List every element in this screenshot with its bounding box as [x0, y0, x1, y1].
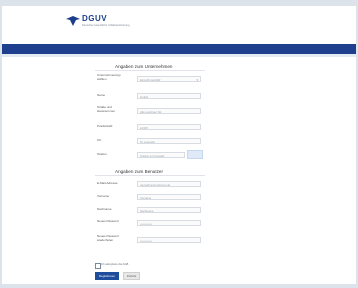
cancel-button[interactable]: Zurück — [123, 272, 140, 280]
first-name-input[interactable]: Vorname — [137, 194, 201, 200]
last-name-input[interactable]: Nachname — [137, 207, 201, 213]
postal-code-input[interactable]: 12345 — [137, 124, 201, 130]
street-input[interactable]: Alte Leipziger Str. — [137, 108, 201, 114]
navigation-bar — [2, 44, 356, 54]
label-last-name: Nachname — [97, 207, 112, 211]
eagle-logo-icon — [66, 16, 80, 26]
city-input[interactable]: St. Augustin — [137, 138, 201, 144]
register-button[interactable]: Registrieren — [95, 272, 119, 280]
registration-page: DGUV Deutsche Gesetzliche Unfallversiche… — [2, 6, 356, 284]
brand-name: DGUV — [82, 14, 108, 23]
chevron-down-icon: ▾ — [196, 78, 198, 82]
label-password: Neues Passwort — [97, 219, 119, 223]
section-divider — [95, 175, 205, 176]
label-street: Straße und Hausnummer — [97, 105, 116, 113]
subnav-strip — [2, 54, 356, 57]
label-email: E-Mail-Adresse — [97, 181, 118, 185]
password-repeat-input[interactable]: •••••••••••• — [137, 237, 201, 243]
label-company-name: Name — [97, 93, 106, 97]
company-type-value: Einzelfirma/GbR — [140, 78, 161, 82]
password-input[interactable]: •••••••••••• — [137, 220, 201, 226]
consent-label: Ich akzeptiere die AGB — [101, 263, 129, 266]
label-postal-code: Postleitzahl — [97, 124, 113, 128]
label-password-repeat: Neues Passwort wiederholen — [97, 234, 119, 242]
label-phone: Telefon — [97, 152, 107, 156]
section-title-company: Angaben zum Unternehmen — [115, 64, 173, 69]
company-type-select[interactable]: Einzelfirma/GbR ▾ — [137, 76, 201, 82]
phone-hint-box — [187, 150, 203, 159]
label-city: Ort — [97, 138, 102, 142]
email-input[interactable]: name@unternehmen.de — [137, 181, 201, 187]
company-name-input[interactable]: GmbH — [137, 93, 201, 99]
phone-input[interactable]: Telefon mit Vorwahl — [137, 152, 185, 158]
label-first-name: Vorname — [97, 194, 110, 198]
label-company-type: Unternehmenstyp wählen — [97, 73, 121, 81]
brand-subtitle: Deutsche Gesetzliche Unfallversicherung — [82, 24, 130, 27]
section-title-person: Angaben zum Benutzer — [115, 169, 164, 174]
section-divider — [95, 70, 205, 71]
